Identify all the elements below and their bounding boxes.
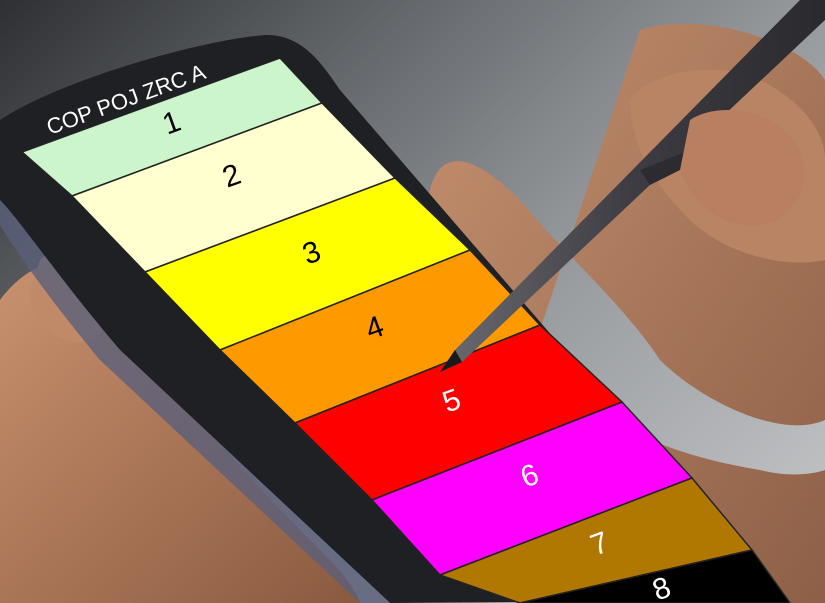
photo-scene: 12345678 COP POJ ZRC A — [0, 0, 825, 603]
phone-illustration: 12345678 COP POJ ZRC A — [0, 0, 825, 603]
